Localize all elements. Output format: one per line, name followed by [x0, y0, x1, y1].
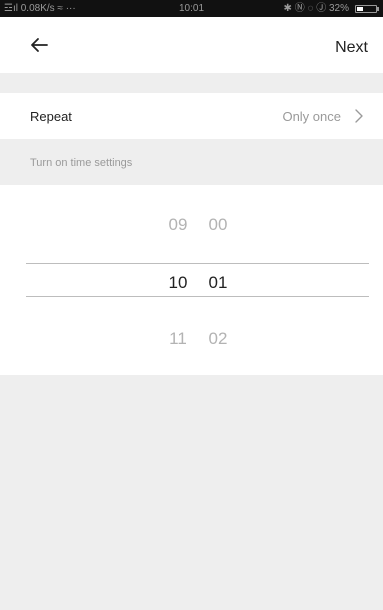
system-indicators: ✱ Ⓝ ◌ Ⓙ 32% — [283, 3, 349, 14]
section-title: Turn on time settings — [30, 157, 133, 169]
section-header: Turn on time settings — [0, 139, 383, 185]
repeat-label: Repeat — [30, 109, 72, 124]
minute-value: 00 — [208, 215, 228, 234]
picker-row-selected[interactable]: 10 01 — [0, 263, 383, 303]
repeat-row[interactable]: Repeat Only once — [0, 93, 383, 139]
divider-band — [0, 73, 383, 93]
hour-value: 09 — [168, 215, 188, 234]
time-picker[interactable]: 09 00 10 01 11 02 — [0, 185, 383, 375]
picker-row-next[interactable]: 11 02 — [0, 319, 383, 359]
minute-value: 02 — [208, 329, 228, 348]
nav-bar: Next — [0, 17, 383, 73]
minute-value: 01 — [208, 273, 228, 292]
battery-icon — [355, 5, 379, 13]
chevron-right-icon — [355, 109, 363, 123]
battery-level — [357, 7, 363, 11]
picker-row-prev[interactable]: 09 00 — [0, 205, 383, 245]
hour-value: 10 — [168, 273, 188, 292]
screen: ☲ıl 0.08K/s ≈ ··· 10:01 ✱ Ⓝ ◌ Ⓙ 32% Next… — [0, 0, 383, 610]
back-button[interactable] — [28, 34, 50, 56]
bottom-area — [0, 375, 383, 610]
arrow-left-icon — [31, 38, 48, 52]
selection-line-bottom — [26, 296, 369, 297]
next-button[interactable]: Next — [335, 39, 368, 57]
repeat-value: Only once — [282, 109, 341, 124]
hour-value: 11 — [169, 329, 187, 348]
status-bar: ☲ıl 0.08K/s ≈ ··· 10:01 ✱ Ⓝ ◌ Ⓙ 32% — [0, 0, 383, 17]
